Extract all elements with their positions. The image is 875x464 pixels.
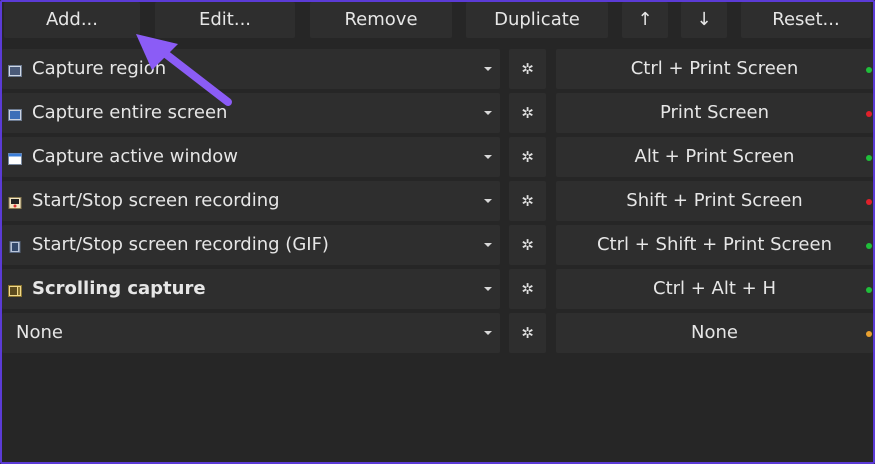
gear-icon: ✲ [521, 60, 534, 78]
task-dropdown[interactable]: Capture region [2, 49, 500, 89]
hotkey-status-indicator [866, 67, 872, 73]
hotkey-status-indicator [866, 199, 872, 205]
hotkey-status-indicator [866, 287, 872, 293]
gear-icon: ✲ [521, 236, 534, 254]
hotkey-field[interactable]: Print Screen [556, 93, 873, 133]
move-up-button[interactable]: ↑ [622, 2, 668, 38]
gear-icon: ✲ [521, 280, 534, 298]
gear-icon: ✲ [521, 148, 534, 166]
hotkey-field[interactable]: Shift + Print Screen [556, 181, 873, 221]
capture-screen-icon [8, 106, 22, 121]
add-button[interactable]: Add... [4, 2, 140, 38]
task-label: None [16, 322, 63, 343]
hotkey-field[interactable]: Ctrl + Alt + H [556, 269, 873, 309]
task-label: Capture entire screen [32, 102, 228, 123]
task-dropdown[interactable]: Start/Stop screen recording [2, 181, 500, 221]
move-down-button[interactable]: ↓ [681, 2, 727, 38]
task-label: Capture region [32, 58, 167, 79]
hotkey-status-indicator [866, 155, 872, 161]
hotkey-status-indicator [866, 331, 872, 337]
task-settings-button[interactable]: ✲ [509, 313, 546, 353]
duplicate-button[interactable]: Duplicate [466, 2, 608, 38]
task-label: Start/Stop screen recording [32, 190, 280, 211]
reset-button[interactable]: Reset... [741, 2, 871, 38]
scrolling-capture-icon [8, 282, 22, 297]
chevron-down-icon [484, 287, 492, 291]
chevron-down-icon [484, 111, 492, 115]
task-settings-button[interactable]: ✲ [509, 225, 546, 265]
hotkey-status-indicator [866, 243, 872, 249]
gif-recording-icon [8, 238, 22, 253]
chevron-down-icon [484, 331, 492, 335]
hotkey-field[interactable]: Alt + Print Screen [556, 137, 873, 177]
remove-button[interactable]: Remove [310, 2, 452, 38]
chevron-down-icon [484, 199, 492, 203]
task-settings-button[interactable]: ✲ [509, 49, 546, 89]
task-label: Start/Stop screen recording (GIF) [32, 234, 329, 255]
task-dropdown[interactable]: Scrolling capture [2, 269, 500, 309]
task-dropdown[interactable]: Start/Stop screen recording (GIF) [2, 225, 500, 265]
hotkey-field[interactable]: Ctrl + Print Screen [556, 49, 873, 89]
gear-icon: ✲ [521, 104, 534, 122]
task-settings-button[interactable]: ✲ [509, 181, 546, 221]
capture-region-icon [8, 62, 22, 77]
task-settings-button[interactable]: ✲ [509, 269, 546, 309]
toolbar: Add... Edit... Remove Duplicate ↑ ↓ Rese… [0, 0, 875, 40]
task-dropdown[interactable]: Capture entire screen [2, 93, 500, 133]
hotkey-field[interactable]: Ctrl + Shift + Print Screen [556, 225, 873, 265]
edit-button[interactable]: Edit... [155, 2, 295, 38]
task-settings-button[interactable]: ✲ [509, 137, 546, 177]
gear-icon: ✲ [521, 192, 534, 210]
chevron-down-icon [484, 155, 492, 159]
hotkey-field[interactable]: None [556, 313, 873, 353]
task-settings-button[interactable]: ✲ [509, 93, 546, 133]
chevron-down-icon [484, 243, 492, 247]
gear-icon: ✲ [521, 324, 534, 342]
task-label: Scrolling capture [32, 278, 206, 299]
task-label: Capture active window [32, 146, 239, 167]
task-dropdown[interactable]: None [2, 313, 500, 353]
capture-window-icon [8, 150, 22, 165]
screen-recording-icon [8, 194, 22, 209]
chevron-down-icon [484, 67, 492, 71]
task-dropdown[interactable]: Capture active window [2, 137, 500, 177]
hotkey-status-indicator [866, 111, 872, 117]
